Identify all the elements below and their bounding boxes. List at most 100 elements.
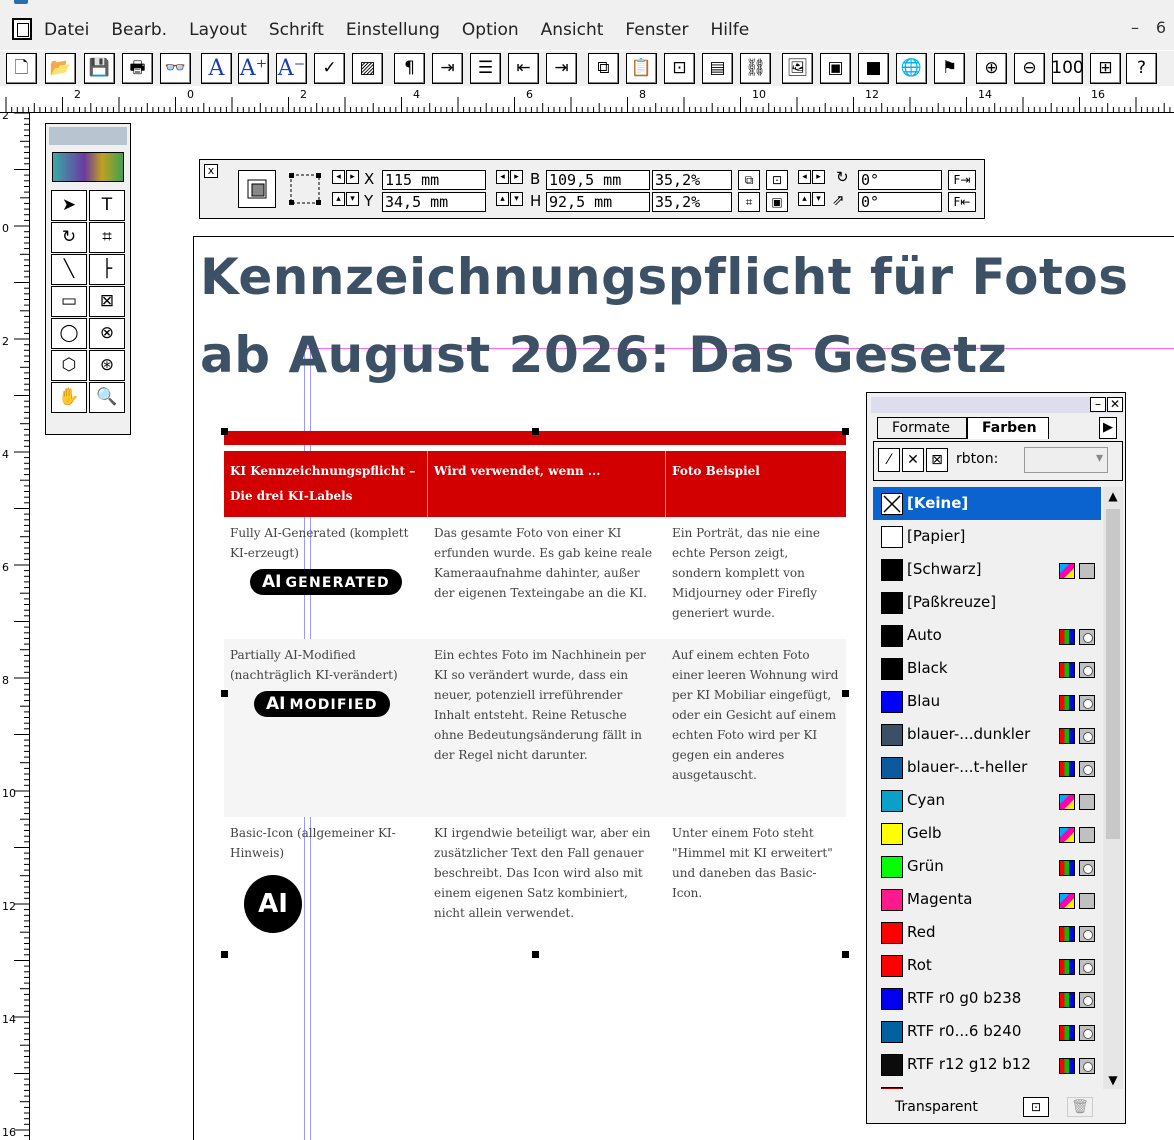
menu-item-einstellung[interactable]: Einstellung [346,20,440,40]
scroll-down-icon[interactable]: ▼ [1103,1071,1123,1089]
pdf-icon[interactable]: ⚑ [934,53,965,84]
font-size-up-icon[interactable]: A⁺ [238,53,269,84]
menu-item-hilfe[interactable]: Hilfe [710,20,749,40]
help-icon[interactable]: ? [1126,53,1157,84]
color-list-item[interactable]: Red [873,916,1101,949]
minimize-palette-button[interactable]: – [1090,397,1106,412]
x-position-field[interactable]: 115 mm [382,170,486,190]
menu-item-schrift[interactable]: Schrift [269,20,324,40]
tab-formate[interactable]: Formate [877,417,967,439]
height-field[interactable]: 92,5 mm [546,192,650,212]
color-list-item[interactable]: Magenta [873,883,1101,916]
link-icon[interactable]: ⛓ [740,53,771,84]
rotation-field[interactable]: 0° [858,170,942,190]
tab-farben[interactable]: Farben [967,417,1049,439]
scroll-up-icon[interactable]: ▲ [1103,487,1123,505]
line-tool-icon[interactable]: ╲ [51,254,87,285]
selection-handle[interactable] [532,951,539,958]
width-stepper[interactable]: ◂ ▸ [496,170,524,186]
image-frame-icon[interactable]: ⊡ [664,53,695,84]
polygon-tool-icon[interactable]: ⬡ [51,350,87,381]
zoom-in-icon[interactable]: ⊕ [976,53,1007,84]
width-scale-field[interactable]: 35,2% [652,170,732,190]
indent-right-icon[interactable]: ⇥ [546,53,577,84]
copy-icon[interactable]: ⧉ [588,53,619,84]
document-menu-icon[interactable] [12,18,32,40]
delete-color-icon[interactable]: 🗑 [1067,1097,1093,1117]
color-list-item[interactable]: RTF r160 g0 b0 [873,1081,1101,1089]
hand-tool-icon[interactable]: ✋ [51,382,87,413]
close-icon[interactable]: x [204,164,218,178]
color-list-item[interactable]: Blau [873,685,1101,718]
fit-page-icon[interactable]: ⊞ [1090,53,1121,84]
image-box-icon[interactable]: ▣ [820,53,851,84]
menu-item-option[interactable]: Option [462,20,519,40]
crop-icon[interactable]: ⌗ [738,192,760,212]
oval-tool-icon[interactable]: ◯ [51,318,87,349]
rectangle-tool-icon[interactable]: ▭ [51,286,87,317]
color-list-item[interactable]: Grün [873,850,1101,883]
scale-link-icon[interactable]: ⧉ [738,170,760,190]
menu-item-layout[interactable]: Layout [189,20,247,40]
picture-icon[interactable]: 🖼 [782,53,813,84]
scroll-thumb[interactable] [1106,509,1120,839]
tint-dropdown[interactable] [1024,447,1108,473]
skew-field[interactable]: 0° [858,192,942,212]
horizontal-ruler[interactable]: 2 0 2 4 6 8 10 12 14 16 [0,86,1174,113]
skew-stepper[interactable]: ▴ ▾ [798,192,826,208]
list-icon[interactable]: ☰ [470,53,501,84]
text-flow-icon[interactable]: ▤ [702,53,733,84]
width-field[interactable]: 109,5 mm [546,170,650,190]
tabs-icon[interactable]: ⇥ [432,53,463,84]
minimize-button[interactable]: – [1122,18,1148,37]
color-list-item[interactable]: [Papier] [873,520,1101,553]
menu-item-bearb[interactable]: Bearb. [111,20,167,40]
palette-menu-arrow-icon[interactable]: ▶ [1099,417,1117,439]
color-list-item[interactable]: Auto [873,619,1101,652]
rotation-stepper[interactable]: ◂ ▸ [798,170,826,186]
flip-horizontal-icon[interactable]: F⇥ [948,170,976,190]
print-icon[interactable]: 🖶 [122,53,153,84]
color-list-item[interactable]: Gelb [873,817,1101,850]
font-size-down-icon[interactable]: A⁻ [276,53,307,84]
height-scale-field[interactable]: 35,2% [652,192,732,212]
spellcheck-icon[interactable]: ✓ [314,53,345,84]
color-list-item[interactable]: blauer-...dunkler [873,718,1101,751]
y-position-field[interactable]: 34,5 mm [382,192,486,212]
open-folder-icon[interactable]: 📂 [45,53,76,84]
restore-button[interactable]: 6 [1148,18,1174,37]
color-list-item[interactable]: blauer-...t-heller [873,751,1101,784]
color-list-scrollbar[interactable]: ▲ ▼ [1103,487,1123,1089]
save-icon[interactable]: 💾 [84,53,115,84]
zoom-out-icon[interactable]: ⊖ [1014,53,1045,84]
orthogonal-line-tool-icon[interactable]: ├ [89,254,125,285]
paste-icon[interactable]: 📋 [626,53,657,84]
color-list-item[interactable]: RTF r0 g0 b238 [873,982,1101,1015]
globe-icon[interactable]: 🌐 [896,53,927,84]
close-palette-button[interactable]: ✕ [1107,397,1123,412]
selection-handle[interactable] [221,690,228,697]
find-binoculars-icon[interactable]: 👓 [160,53,191,84]
color-list-item[interactable]: Rot [873,949,1101,982]
y-stepper[interactable]: ▴ ▾ [332,192,360,208]
selection-handle[interactable] [842,951,849,958]
tool-palette-titlebar[interactable] [49,127,127,145]
headline-text-box[interactable]: Kennzeichnungspflicht für Fotos ab Augus… [200,238,1160,394]
frame-icon[interactable]: ▨ [352,53,383,84]
new-document-icon[interactable]: 🗋 [6,53,37,84]
text-tool-icon[interactable]: T [89,190,125,221]
pointer-tool-icon[interactable]: ➤ [51,190,87,221]
rectangle-image-tool-icon[interactable]: ⊠ [89,286,125,317]
height-stepper[interactable]: ▴ ▾ [496,192,524,208]
flip-vertical-icon[interactable]: F⇤ [948,192,976,212]
no-color-icon[interactable]: ✕ [902,448,924,472]
menu-item-ansicht[interactable]: Ansicht [541,20,604,40]
ai-labels-table[interactable]: KI Kennzeichnungspflicht – Die drei KI-L… [224,431,846,947]
font-icon[interactable]: A [201,53,232,84]
crop-tool-icon[interactable]: ⌗ [89,222,125,253]
color-list-item[interactable]: [Keine] [873,487,1101,520]
frame-type-icon[interactable] [238,170,276,208]
zoom-100-icon[interactable]: 100 [1052,53,1083,84]
fit-content-icon[interactable]: ⊡ [766,170,788,190]
color-list-item[interactable]: Cyan [873,784,1101,817]
